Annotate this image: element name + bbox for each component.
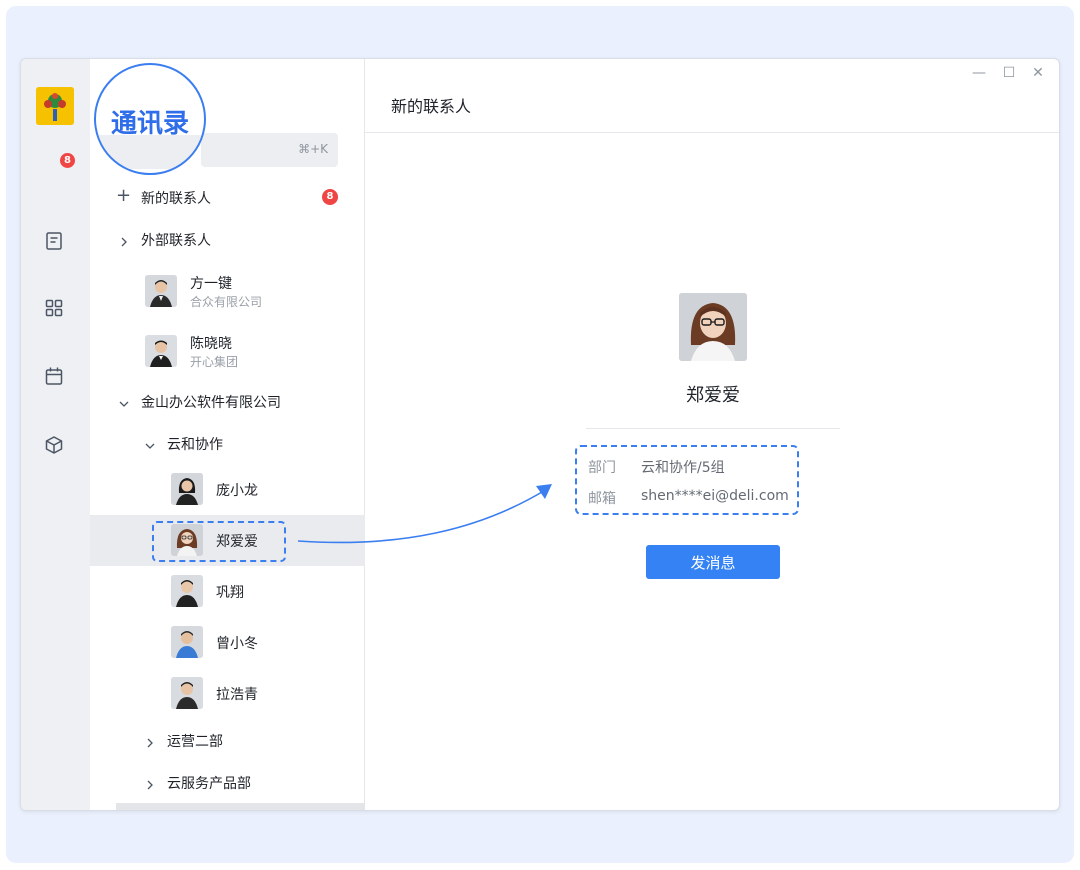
contact-item[interactable]: 拉浩青 [90, 673, 365, 713]
contact-item[interactable]: 陈晓晓 开心集团 [90, 331, 365, 371]
docs-icon[interactable] [43, 230, 65, 252]
send-message-button[interactable]: 发消息 [646, 545, 780, 579]
dept-label: 云和协作 [167, 437, 223, 453]
chevron-right-icon [144, 734, 156, 748]
avatar [171, 626, 203, 658]
detail-header: 新的联系人 [365, 59, 1059, 133]
avatar [145, 275, 177, 307]
dept-label: 运营二部 [167, 734, 223, 750]
org-label: 金山办公软件有限公司 [141, 395, 281, 411]
external-contacts-row[interactable]: 外部联系人 [90, 227, 365, 251]
chevron-down-icon [144, 437, 156, 449]
nav-rail: 8 [21, 59, 90, 810]
avatar [145, 335, 177, 367]
dept-label: 云服务产品部 [167, 776, 251, 792]
app-window: 8 ⌘+K + 新的联系人 8 外部联系人 方一键 合众有限公司 陈晓晓 开心集… [20, 58, 1060, 811]
callout-label: 通讯录 [110, 109, 189, 139]
calendar-icon[interactable] [43, 365, 65, 387]
contact-name: 陈晓晓 [190, 336, 232, 352]
contact-name: 庞小龙 [216, 483, 258, 499]
page-title: 新的联系人 [391, 97, 472, 116]
cube-icon[interactable] [43, 434, 65, 456]
unread-badge: 8 [60, 153, 75, 168]
external-contacts-label: 外部联系人 [141, 233, 211, 249]
maximize-icon[interactable]: ☐ [1001, 65, 1017, 81]
search-shortcut: ⌘+K [298, 142, 328, 156]
contact-name: 曾小冬 [216, 636, 258, 652]
chevron-right-icon [144, 776, 156, 790]
close-icon[interactable]: ✕ [1030, 65, 1046, 81]
contact-item[interactable]: 庞小龙 [90, 469, 365, 509]
minimize-icon[interactable]: — [971, 65, 987, 81]
contacts-callout: 通讯录 [94, 63, 206, 175]
contact-name: 拉浩青 [216, 687, 258, 703]
contact-item[interactable]: 方一键 合众有限公司 [90, 271, 365, 311]
avatar [171, 575, 203, 607]
divider [586, 428, 840, 429]
contact-item[interactable]: 巩翔 [90, 571, 365, 611]
list-footer [116, 803, 365, 810]
avatar [171, 473, 203, 505]
email-field-label: 邮箱 [588, 491, 616, 507]
contact-company: 开心集团 [190, 355, 239, 369]
contact-company: 合众有限公司 [190, 295, 263, 309]
email-field-value[interactable]: shen****ei@deli.com [641, 488, 789, 504]
profile-avatar [679, 293, 747, 361]
new-contacts-label: 新的联系人 [141, 191, 211, 207]
apps-grid-icon[interactable] [43, 297, 65, 319]
search-input[interactable]: ⌘+K [201, 133, 338, 167]
contact-name: 巩翔 [216, 585, 244, 601]
contact-name: 方一键 [190, 276, 232, 292]
plus-icon: + [116, 185, 132, 206]
selection-highlight [152, 521, 286, 562]
dept-row[interactable]: 云和协作 [90, 431, 365, 455]
dept-row[interactable]: 云服务产品部 [90, 770, 365, 794]
profile-name: 郑爱爱 [686, 385, 740, 406]
chevron-down-icon [118, 395, 130, 407]
new-contacts-badge: 8 [322, 189, 338, 205]
contact-item[interactable]: 曾小冬 [90, 622, 365, 662]
app-logo[interactable] [36, 87, 74, 125]
dept-field-label: 部门 [588, 460, 616, 476]
avatar [171, 677, 203, 709]
detail-pane: 新的联系人 — ☐ ✕ 郑爱爱 部门 云和协作/5组 邮箱 shen****ei… [365, 59, 1059, 810]
dept-field-value: 云和协作/5组 [641, 460, 725, 476]
new-contacts-row[interactable]: + 新的联系人 8 [90, 185, 365, 209]
chevron-right-icon [118, 233, 130, 247]
org-row[interactable]: 金山办公软件有限公司 [90, 389, 365, 413]
callout-search-bg [96, 135, 204, 169]
dept-row[interactable]: 运营二部 [90, 728, 365, 752]
